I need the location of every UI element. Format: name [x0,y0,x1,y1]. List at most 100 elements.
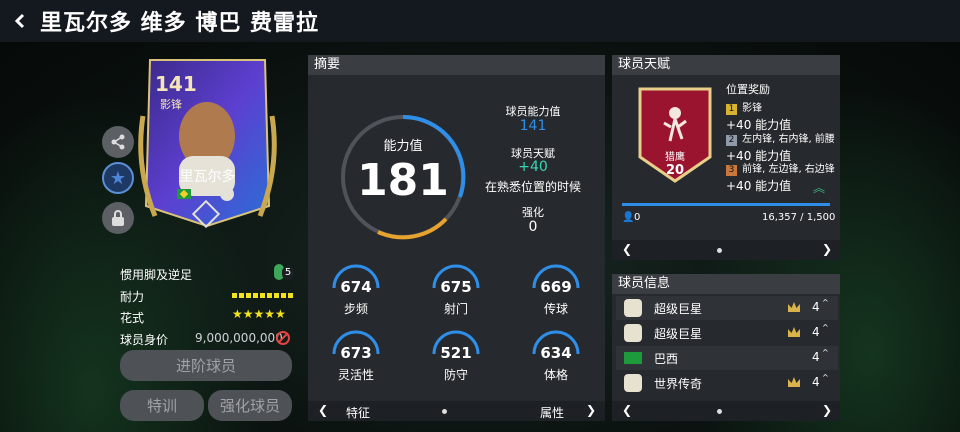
price-label: 球员身价 [120,333,169,347]
talent-progress-right: 16,357 / 1,500 [762,212,836,223]
stamina-label: 耐力 [120,290,145,304]
special-training-button[interactable]: 特训 [120,390,204,421]
stat-value: 521 [440,344,472,362]
talent-desc: 在熟悉位置的时候 [484,180,581,194]
stat-label: 传球 [543,302,568,316]
person-icon: 👤 [622,212,635,223]
info-next-button[interactable]: ❯ [822,403,832,417]
rank-badge: 2 [726,135,737,146]
talent-progress-left: 0 [634,212,641,223]
crown-icon [788,302,800,312]
trophy-icon [624,299,642,317]
share-button[interactable] [102,126,134,158]
skill-stars: ★★★★★ [232,307,286,321]
stat-gauge: 634 体格 [530,330,590,390]
share-icon [111,134,125,150]
stat-gauge: 521 防守 [430,330,490,390]
chevron-left-icon [14,13,25,29]
stat-value: 673 [340,344,372,362]
summary-next-button[interactable]: ❯ [586,403,596,417]
rank-badge: 3 [726,165,737,176]
caret-up-icon: ^ [822,323,829,332]
talent-value: +40 [518,159,548,175]
crown-icon [788,327,800,337]
stat-value: 674 [340,278,372,296]
card-player-name: 里瓦尔多 [179,169,236,185]
skill-label: 花式 [120,311,145,325]
enhance-value: 0 [528,219,538,235]
talent-header: 球员天赋 [612,55,840,75]
stat-label: 灵活性 [337,368,374,382]
ability-value: 141 [519,118,547,134]
caret-up-icon: ^ [822,373,829,382]
caret-up-icon: ^ [822,298,829,307]
talent-prev-button[interactable]: ❮ [622,242,632,256]
info-row-count: 4 [812,350,820,364]
stamina-bar [232,293,294,298]
back-button[interactable] [0,0,40,42]
page-indicator-dot [717,409,722,414]
foot-badge: 5 [274,264,294,282]
card-position: 影锋 [160,98,182,111]
enhance-label: 强化 [522,206,544,219]
top-bar: 里瓦尔多 维多 博巴 费雷拉 [0,0,960,42]
summary-nav-right-label[interactable]: 属性 [540,404,564,421]
favorite-button[interactable]: ★ [102,162,134,194]
power-value: 181 [357,155,449,206]
stat-gauge: 675 射门 [430,264,490,324]
stat-value: 675 [440,278,472,296]
bonus-title: 位置奖励 [726,83,770,96]
page-indicator-dot [717,248,722,253]
talent-next-button[interactable]: ❯ [822,242,832,256]
bonus-positions: 影锋 [742,103,763,114]
upgrade-player-button[interactable]: 强化球员 [208,390,292,421]
ability-label: 球员能力值 [505,105,561,118]
summary-header: 摘要 [308,55,605,75]
double-chevron-up-icon: ︽ [813,181,826,195]
lock-icon [112,210,124,226]
card-rating: 141 [155,72,197,96]
talent-progress-track [622,203,830,206]
stat-value: 634 [540,344,572,362]
stat-gauge: 674 步频 [330,264,390,324]
info-header: 球员信息 [612,274,840,294]
info-prev-button[interactable]: ❮ [622,403,632,417]
info-row[interactable]: 世界传奇 4 ^ [616,371,838,395]
club-badge-icon [220,187,234,201]
crown-icon [788,377,800,387]
no-trade-icon [276,331,290,345]
stat-gauge: 669 传球 [530,264,590,324]
info-row-count: 4 [812,325,820,339]
talent-badge-name: 猎鹰 [665,152,685,163]
summary-nav-left-label[interactable]: 特征 [346,404,370,421]
info-nav: ❮ ❯ [612,401,840,421]
stat-value: 669 [540,278,572,296]
summary-prev-button[interactable]: ❮ [318,403,328,417]
stat-label: 防守 [443,368,468,382]
info-row[interactable]: 超级巨星 4 ^ [616,321,838,345]
caret-up-icon: ^ [822,348,829,357]
talent-progress-fill [622,203,830,206]
page-indicator-dot [442,409,447,414]
info-row-text: 巴西 [654,352,679,366]
lock-button[interactable] [102,202,134,234]
info-row[interactable]: 巴西 4 ^ [616,346,838,370]
rank-badge: 1 [726,104,737,115]
talent-nav: ❮ ❯ [612,240,840,260]
info-row-text: 世界传奇 [654,377,703,391]
info-row-count: 4 [812,300,820,314]
trophy-icon [624,374,642,392]
brazil-flag-icon [177,189,191,199]
stat-label: 射门 [443,302,468,316]
stat-gauge: 673 灵活性 [330,330,390,390]
trophy-icon [624,324,642,342]
bonus-positions: 左内锋, 右内锋, 前腰 [742,134,835,145]
foot-value: 5 [282,266,294,280]
foot-label: 惯用脚及逆足 [120,268,193,282]
info-row[interactable]: 超级巨星 4 ^ [616,296,838,320]
advance-player-button[interactable]: 进阶球员 [120,350,292,381]
page-title: 里瓦尔多 维多 博巴 费雷拉 [40,11,319,36]
player-card[interactable]: 141 影锋 里瓦尔多 [135,56,280,231]
brazil-flag-icon [624,352,642,364]
talent-badge-level: 20 [665,163,685,178]
